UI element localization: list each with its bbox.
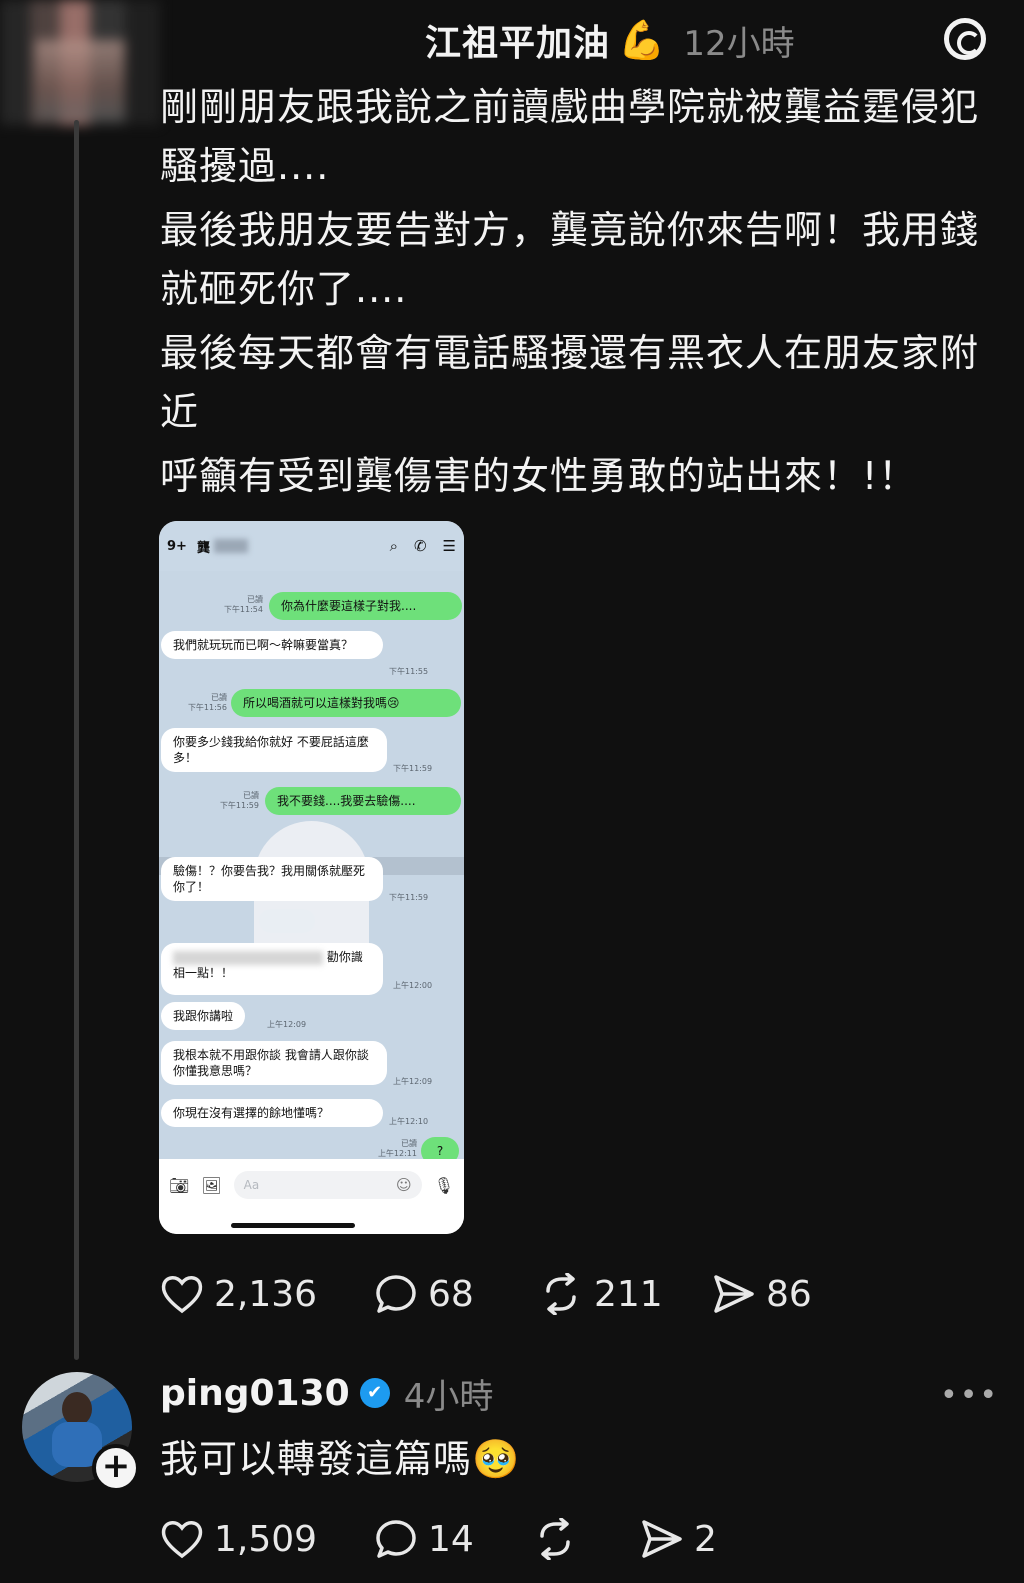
like-count: 2,136: [214, 1273, 318, 1315]
reply-comment-button[interactable]: 14: [374, 1518, 474, 1560]
post-timestamp: 12小時: [683, 23, 795, 64]
incoming-message: 你要多少錢我給你就好 不要屁話這麼多！: [161, 728, 387, 772]
message-meta: 已讀 下午11:54: [223, 595, 263, 614]
message-time: 上午12:09: [267, 1020, 307, 1029]
redacted-name: [213, 539, 248, 553]
author-avatar-pixelated[interactable]: [0, 0, 160, 125]
reply-like-count: 1,509: [214, 1518, 318, 1560]
message-time: 下午11:55: [389, 667, 429, 676]
paper-plane-icon: [640, 1518, 684, 1560]
redacted-message: [259, 909, 315, 933]
reply-repost-button[interactable]: [532, 1518, 578, 1560]
share-count: 86: [766, 1273, 812, 1315]
post-username[interactable]: 江祖平加油: [425, 14, 610, 66]
incoming-message: 勸你識相一點！！: [161, 943, 383, 995]
post-body: 剛剛朋友跟我說之前讀戲曲學院就被龔益霆侵犯騷擾過.... 最後我朋友要告對方，龔…: [160, 78, 990, 506]
comment-count: 68: [428, 1273, 474, 1315]
outgoing-message: 我不要錢....我要去驗傷....: [265, 787, 461, 815]
search-icon: ⌕: [389, 537, 398, 555]
post-paragraph: 最後每天都會有電話騷擾還有黑衣人在朋友家附近: [160, 331, 980, 434]
incoming-message: 我們就玩玩而已啊～幹嘛要當真？: [161, 631, 383, 659]
speech-bubble-icon: [374, 1518, 418, 1560]
post-header: 江祖平加油 💪 12小時: [425, 14, 795, 66]
incoming-message: 驗傷！？你要告我？我用關係就壓死你了！: [161, 857, 383, 901]
message-time: 上午12:00: [393, 981, 433, 990]
reply-header: ping0130 ✔ 4小時: [160, 1370, 494, 1417]
message-time: 上午12:10: [389, 1117, 429, 1126]
camera-icon: 📷︎: [169, 1175, 190, 1195]
message-meta: 已讀 下午11:59: [219, 791, 259, 810]
heart-icon: [160, 1273, 204, 1315]
menu-icon: ☰: [442, 537, 456, 555]
paper-plane-icon: [712, 1273, 756, 1315]
message-time: 下午11:59: [393, 764, 433, 773]
post-paragraph: 呼籲有受到龔傷害的女性勇敢的站出來！!！: [160, 454, 918, 498]
thread-connector-line: [74, 120, 79, 1360]
reply-like-button[interactable]: 1,509: [160, 1518, 317, 1560]
repost-count: 211: [594, 1273, 663, 1315]
reply-comment-count: 14: [428, 1518, 474, 1560]
outgoing-message: 你為什麼要這樣子對我....: [269, 592, 462, 620]
post-paragraph: 最後我朋友要告對方，龔竟說你來告啊！我用錢就砸死你了....: [160, 208, 980, 311]
reply-share-count: 2: [694, 1518, 717, 1560]
verified-badge-icon: ✔: [359, 1378, 390, 1408]
chat-text-field: Aa ☺: [233, 1171, 422, 1199]
attached-chat-screenshot[interactable]: 9+ 龔 ⌕ ✆ ☰ 已讀 下午11:54 你為什麼要這樣子對我.... 我們就玩…: [159, 521, 464, 1234]
message-time: 上午12:09: [393, 1077, 433, 1086]
repost-button[interactable]: 211: [538, 1273, 663, 1315]
incoming-message: 你現在沒有選擇的餘地懂嗎？: [161, 1099, 383, 1127]
emoji-icon: ☺: [396, 1176, 412, 1194]
chat-header: 9+ 龔 ⌕ ✆ ☰: [159, 521, 464, 571]
heart-icon: [160, 1518, 204, 1560]
chat-message-area: 已讀 下午11:54 你為什麼要這樣子對我.... 我們就玩玩而已啊～幹嘛要當真？…: [159, 571, 464, 1165]
flexed-biceps-icon: 💪: [618, 18, 666, 62]
chat-unread-count: 9+: [167, 538, 187, 554]
speech-bubble-icon: [374, 1273, 418, 1315]
microphone-icon: 🎙︎: [433, 1175, 454, 1195]
post-paragraph: 剛剛朋友跟我說之前讀戲曲學院就被龔益霆侵犯騷擾過....: [160, 85, 980, 188]
repost-icon: [538, 1273, 584, 1315]
phone-icon: ✆: [413, 537, 427, 555]
message-time: 下午11:59: [389, 893, 429, 902]
reply-share-button[interactable]: 2: [640, 1518, 717, 1560]
chat-input-bar: 📷︎ 🖼︎ Aa ☺ 🎙︎: [159, 1159, 464, 1234]
reply-timestamp: 4小時: [403, 1376, 494, 1417]
comment-button[interactable]: 68: [374, 1273, 474, 1315]
reply-text: 我可以轉發這篇嗎🥹: [160, 1437, 521, 1481]
incoming-message: 我根本就不用跟你談 我會請人跟你談你懂我意思嗎？: [161, 1041, 387, 1085]
share-button[interactable]: 86: [712, 1273, 812, 1315]
outgoing-message: 所以喝酒就可以這樣對我嗎😢: [231, 689, 461, 717]
reply-username[interactable]: ping0130: [160, 1373, 350, 1414]
chat-contact-name: 龔: [196, 540, 210, 556]
like-button[interactable]: 2,136: [160, 1273, 317, 1315]
image-icon: 🖼︎: [201, 1175, 222, 1195]
repost-icon: [532, 1518, 578, 1560]
home-indicator: [231, 1223, 355, 1228]
more-options-button[interactable]: •••: [940, 1378, 999, 1413]
incoming-message: 我跟你講啦: [161, 1002, 246, 1030]
threads-logo-icon: [944, 18, 986, 60]
follow-button[interactable]: +: [92, 1444, 140, 1492]
message-meta: 已讀 上午12:11: [377, 1139, 417, 1158]
message-meta: 已讀 下午11:56: [187, 693, 227, 712]
